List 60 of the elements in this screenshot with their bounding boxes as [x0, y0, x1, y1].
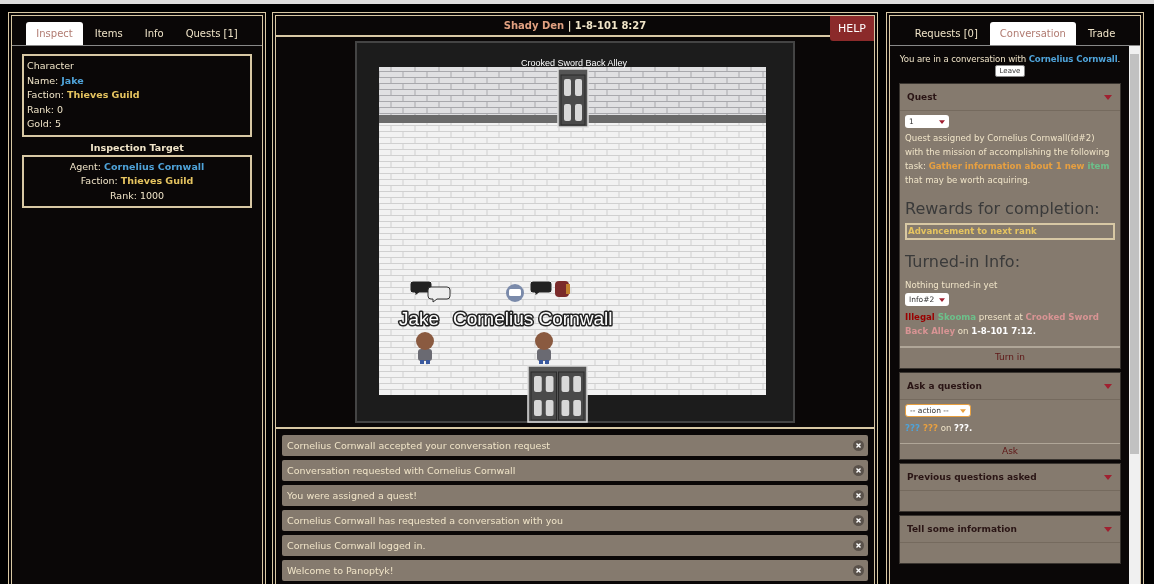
info-line: Agent: Cornelius Cornwall — [68, 159, 206, 174]
close-icon[interactable] — [853, 440, 864, 451]
tab[interactable]: Info — [134, 22, 174, 45]
notification-text: Conversation requested with Cornelius Cornwall — [287, 465, 516, 476]
accordion-title[interactable]: Previous questions asked — [907, 472, 1037, 482]
notification-text: Cornelius Cornwall logged in. — [287, 540, 426, 551]
tab[interactable]: Items — [84, 22, 133, 45]
scrollbar[interactable] — [1129, 46, 1140, 584]
notification-text: Welcome to Panoptyk! — [287, 565, 394, 576]
reward-item: Advancement to next rank — [905, 223, 1115, 240]
status-text: Nothing turned-in yet — [905, 279, 999, 292]
accordion-title[interactable]: Ask a question — [907, 381, 982, 391]
caret-icon — [1104, 526, 1112, 532]
info-line: Rank: 1000 — [108, 188, 166, 203]
character-figure — [416, 332, 434, 364]
tab[interactable]: Inspect — [26, 22, 83, 45]
map-label: Crooked Sword Back Alley — [520, 58, 628, 68]
notification-text: Cornelius Cornwall accepted your conversation request — [287, 440, 551, 451]
close-icon[interactable] — [853, 465, 864, 476]
tab[interactable]: Trade — [1077, 22, 1126, 45]
caret-icon — [939, 119, 945, 124]
info-line: Rank: 0 — [27, 102, 64, 117]
caret-icon — [1104, 94, 1112, 100]
chat-icon — [506, 284, 524, 302]
player-name: Jake — [399, 308, 440, 329]
accordion-title[interactable]: Tell some information — [907, 524, 1017, 534]
info-line: Gold: 5 — [27, 117, 63, 131]
close-icon[interactable] — [853, 490, 864, 501]
caret-icon — [939, 297, 945, 302]
notification-text: Cornelius Cornwall has requested a conversation with you — [287, 515, 564, 526]
caret-icon — [1104, 474, 1112, 480]
character-figure — [535, 332, 553, 364]
tab[interactable]: Requests [0] — [904, 22, 988, 45]
quest-description: Quest assigned by Cornelius Cornwall(id#2) with the mission of accomplishing the following task: Gather information about 1 new item that may be worth acquiring. — [905, 132, 1111, 187]
chat-bubble-icon — [427, 286, 451, 303]
info-line: Faction: Thieves Guild — [79, 174, 195, 188]
section-title: Inspection Target — [89, 141, 185, 153]
tab[interactable]: Quests [1] — [175, 22, 248, 45]
section-heading: Turned-in Info: — [905, 252, 1022, 272]
close-icon[interactable] — [853, 565, 864, 576]
tab[interactable]: Conversation — [989, 22, 1076, 45]
section-heading: Rewards for completion: — [905, 199, 1101, 219]
accordion-title[interactable]: Quest — [907, 92, 937, 102]
chat-bubble-icon — [529, 280, 553, 297]
backpack-icon — [555, 281, 570, 297]
info-line: Name: Jake — [27, 73, 85, 88]
player-name: Cornelius Cornwall — [453, 308, 613, 329]
conversation-status: You are in a conversation with Cornelius Cornwall. — [899, 54, 1121, 64]
info-text: Illegal Skooma present at Crooked Sword Back Alley on 1-8-101 7:12. — [905, 311, 1100, 338]
close-icon[interactable] — [853, 540, 864, 551]
section-label: Character — [27, 59, 75, 73]
door-icon — [557, 68, 589, 128]
info-line: Faction: Thieves Guild — [27, 88, 141, 102]
help-button[interactable]: HELP — [830, 16, 874, 41]
close-icon[interactable] — [853, 515, 864, 526]
notification-text: You were assigned a quest! — [287, 490, 418, 501]
question-text: ??? ??? on ???. — [905, 422, 974, 435]
chat-bubble-icon — [409, 280, 433, 297]
caret-icon — [960, 408, 966, 413]
caret-icon — [1104, 383, 1112, 389]
